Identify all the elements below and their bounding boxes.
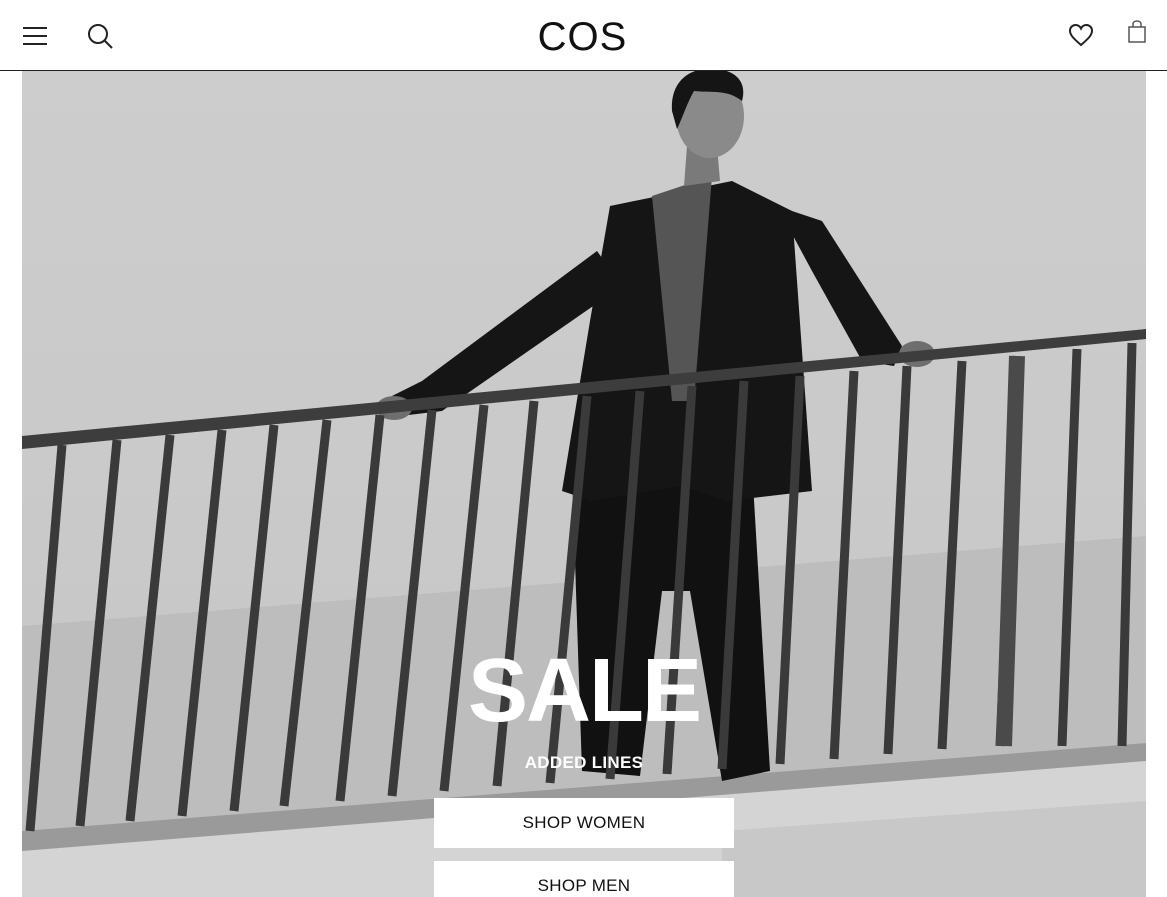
hero-title: SALE	[467, 641, 702, 741]
shop-men-button[interactable]: SHOP MEN	[434, 861, 734, 897]
hero-photo	[22, 71, 1146, 897]
heart-icon[interactable]	[1065, 20, 1097, 50]
hero-banner[interactable]: SALE ADDED LINES SHOP WOMEN SHOP MEN	[22, 71, 1146, 897]
shop-women-button[interactable]: SHOP WOMEN	[434, 798, 734, 848]
hero-subtitle: ADDED LINES	[524, 753, 644, 772]
site-header: COS	[0, 0, 1167, 71]
hamburger-menu-icon[interactable]	[20, 22, 50, 50]
search-icon[interactable]	[84, 20, 116, 52]
shopping-bag-icon[interactable]	[1124, 18, 1150, 46]
cos-logo[interactable]: COS	[500, 12, 665, 62]
